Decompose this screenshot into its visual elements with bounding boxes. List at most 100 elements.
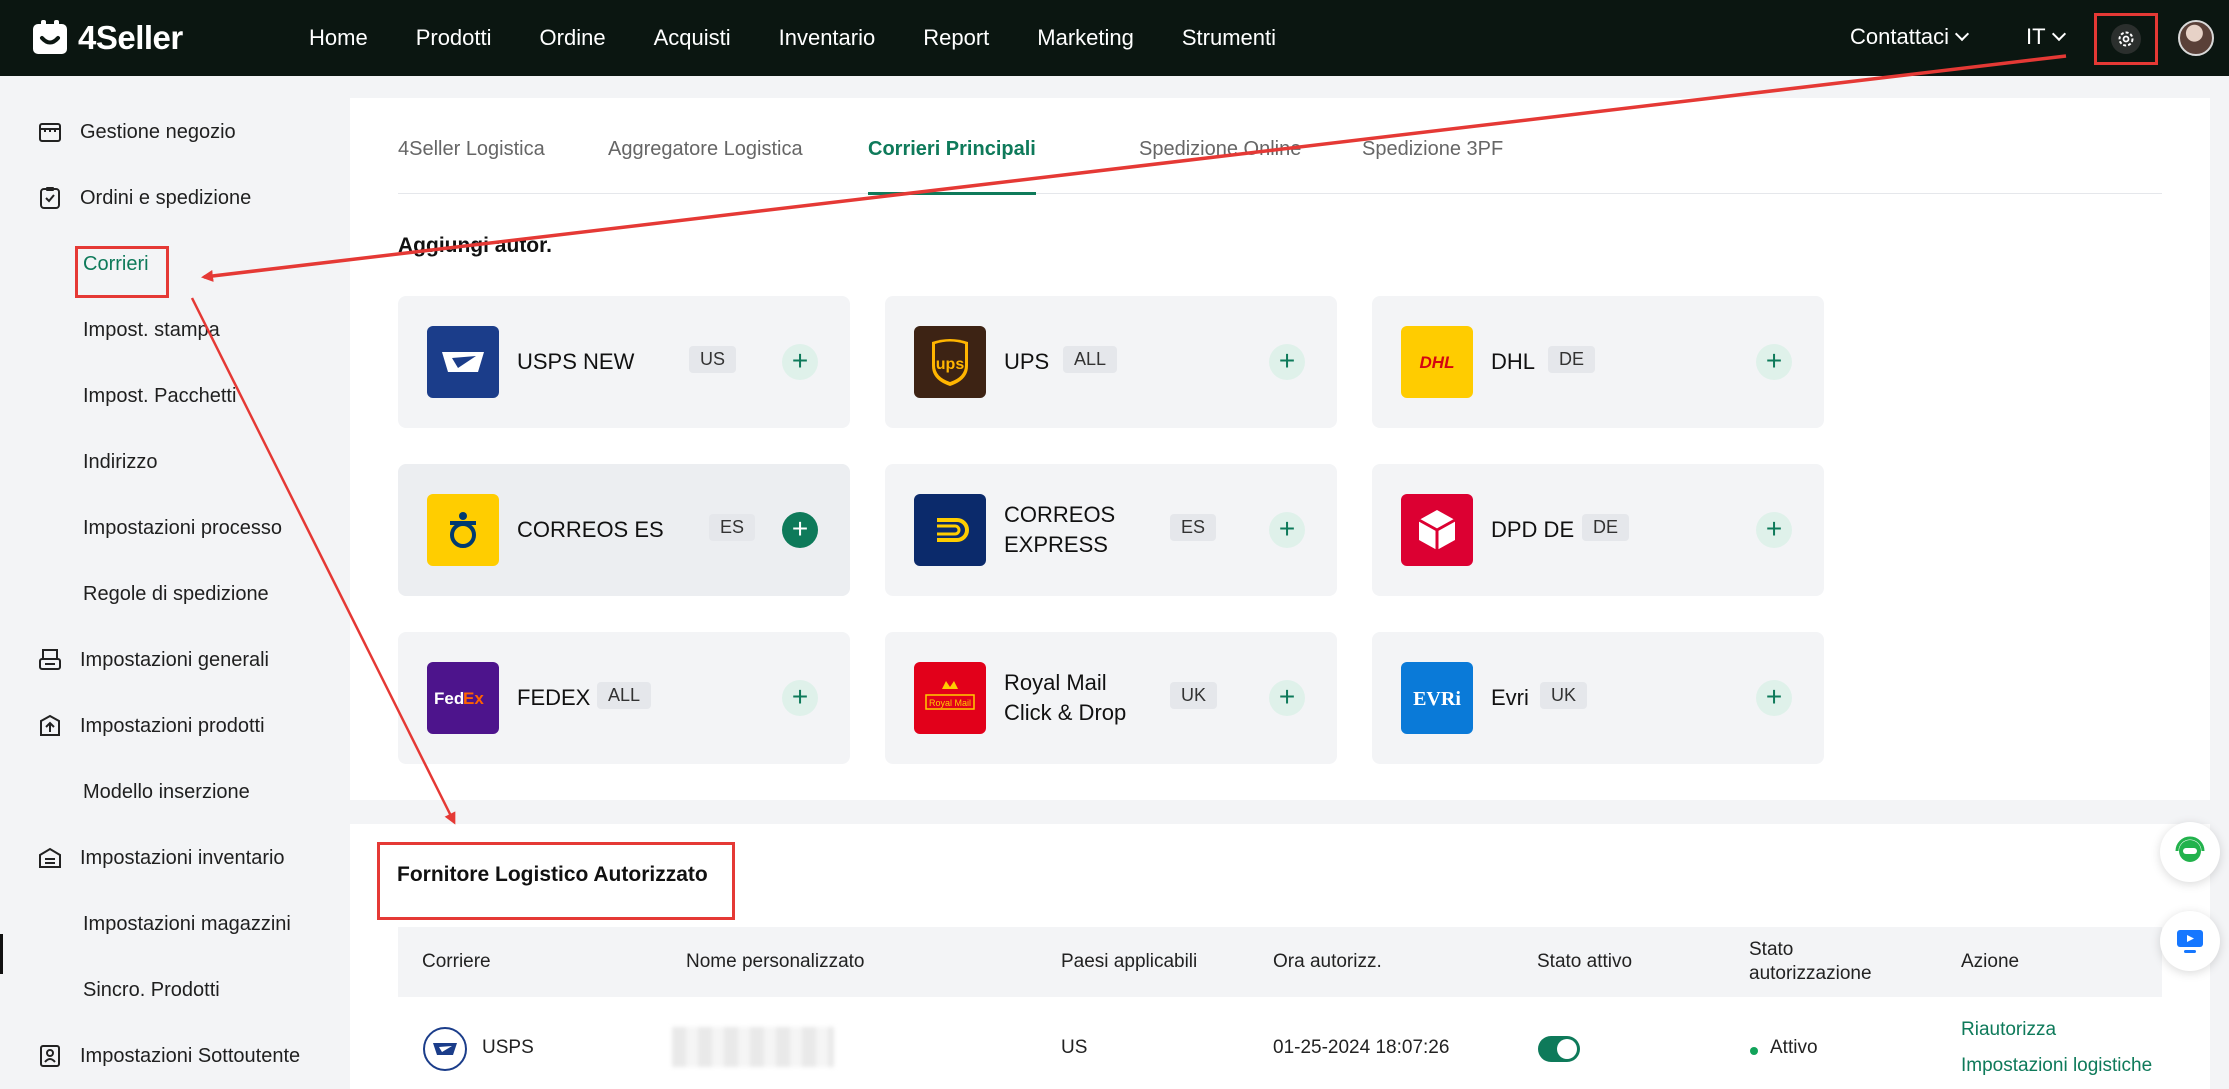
- nav-home[interactable]: Home: [309, 25, 368, 51]
- carrier-card-dhl: DHL DHL DE +: [1372, 296, 1824, 428]
- nav-strumenti[interactable]: Strumenti: [1182, 25, 1276, 51]
- carrier-card-royal-mail: Royal Mail Royal Mail Click & Drop UK +: [885, 632, 1337, 764]
- carrier-region-tag: ALL: [597, 682, 652, 709]
- carrier-name-line2: Click & Drop: [1004, 700, 1127, 725]
- carrier-region-tag: ES: [709, 514, 756, 541]
- clipboard-check-icon: [36, 184, 64, 212]
- svg-text:Fed: Fed: [434, 689, 464, 708]
- chevron-down-icon: [1954, 26, 1970, 42]
- column-header-corriere: Corriere: [422, 951, 491, 972]
- chevron-down-icon: [2051, 26, 2066, 42]
- table-header: Corriere Nome personalizzato Paesi appli…: [398, 927, 2162, 997]
- svg-text:Royal Mail: Royal Mail: [929, 698, 971, 708]
- nav-prodotti[interactable]: Prodotti: [416, 25, 492, 51]
- monitor-icon: [2177, 930, 2203, 953]
- nav-marketing[interactable]: Marketing: [1037, 25, 1134, 51]
- active-toggle[interactable]: [1538, 1036, 1580, 1062]
- carrier-region-tag: DE: [1548, 346, 1596, 373]
- screen-share-button[interactable]: [2160, 911, 2220, 971]
- svg-text:EVRi: EVRi: [1413, 688, 1461, 710]
- usps-eagle-logo: [423, 1027, 467, 1071]
- usps-eagle-logo: [427, 326, 499, 398]
- add-carrier-button[interactable]: +: [1269, 344, 1305, 380]
- tab-bar: 4Seller Logistica Aggregatore Logistica …: [398, 138, 2162, 195]
- carrier-name: USPS NEW: [517, 349, 635, 374]
- carrier-name: UPS: [1004, 349, 1050, 374]
- main-nav: Home Prodotti Ordine Acquisti Inventario…: [285, 0, 1300, 76]
- row-countries: US: [1061, 1037, 1088, 1058]
- sidebar-item-regole-spedizione[interactable]: Regole di spedizione: [0, 574, 269, 614]
- sidebar-item-label: Impostazioni magazzini: [83, 912, 291, 935]
- add-carrier-button[interactable]: +: [1756, 344, 1792, 380]
- tab-spedizione-3pf[interactable]: Spedizione 3PF: [1362, 138, 1503, 194]
- svg-text:DHL: DHL: [1420, 353, 1455, 372]
- add-carrier-button[interactable]: +: [782, 680, 818, 716]
- evri-logo: EVRi: [1401, 662, 1473, 734]
- column-header-ora-autorizz: Ora autorizz.: [1273, 951, 1382, 972]
- tab-4seller-logistica[interactable]: 4Seller Logistica: [398, 138, 545, 194]
- add-carrier-button[interactable]: +: [782, 344, 818, 380]
- nav-acquisti[interactable]: Acquisti: [654, 25, 731, 51]
- settings-button[interactable]: [2094, 13, 2158, 65]
- logistics-settings-link[interactable]: Impostazioni logistiche: [1961, 1055, 2152, 1077]
- sidebar-item-impostazioni-generali[interactable]: Impostazioni generali: [0, 640, 269, 680]
- sidebar-item-impostazioni-inventario[interactable]: Impostazioni inventario: [0, 838, 285, 878]
- column-header-stato-autorizzazione: Stato autorizzazione: [1749, 939, 1872, 984]
- carrier-name: FEDEX: [517, 685, 591, 710]
- sidebar-item-modello-inserzione[interactable]: Modello inserzione: [0, 772, 250, 812]
- sidebar-item-sincro-prodotti[interactable]: Sincro. Prodotti: [0, 970, 220, 1010]
- contact-dropdown[interactable]: Contattaci: [1850, 24, 1970, 50]
- carrier-card-dpd-de: DPD DE DE +: [1372, 464, 1824, 596]
- reauthorize-link[interactable]: Riautorizza: [1961, 1019, 2056, 1041]
- add-carrier-button[interactable]: +: [782, 512, 818, 548]
- nav-inventario[interactable]: Inventario: [779, 25, 876, 51]
- annotation-highlight-corrieri: [75, 246, 169, 298]
- sidebar-item-impostazioni-prodotti[interactable]: Impostazioni prodotti: [0, 706, 265, 746]
- sidebar-item-impostazioni-processo[interactable]: Impostazioni processo: [0, 508, 282, 548]
- column-header-azione: Azione: [1961, 951, 2020, 972]
- sidebar-item-impost-pacchetti[interactable]: Impost. Pacchetti: [0, 376, 236, 416]
- language-dropdown[interactable]: IT: [2026, 24, 2066, 50]
- carrier-name: DPD DE: [1491, 517, 1575, 542]
- contact-label: Contattaci: [1850, 24, 1950, 49]
- carrier-card-ups: ups UPS ALL +: [885, 296, 1337, 428]
- correos-horn-logo: [427, 494, 499, 566]
- dpd-cube-logo: [1401, 494, 1473, 566]
- add-carrier-button[interactable]: +: [1269, 512, 1305, 548]
- sidebar-item-label: Ordini e spedizione: [80, 186, 252, 209]
- sidebar-item-label: Impostazioni Sottoutente: [80, 1044, 301, 1067]
- sidebar-item-impostazioni-magazzini[interactable]: Impostazioni magazzini: [0, 904, 291, 944]
- user-avatar[interactable]: [2178, 20, 2214, 56]
- ups-shield-logo: ups: [914, 326, 986, 398]
- sidebar-item-ordini-spedizione[interactable]: Ordini e spedizione: [0, 178, 251, 218]
- sidebar-item-label: Impost. Pacchetti: [83, 384, 237, 407]
- sidebar-scroll-marker: [0, 934, 3, 974]
- tab-corrieri-principali[interactable]: Corrieri Principali: [868, 138, 1036, 195]
- nav-report[interactable]: Report: [923, 25, 989, 51]
- sidebar-item-gestione-negozio[interactable]: Gestione negozio: [0, 112, 236, 152]
- carrier-card-correos-es: CORREOS ES ES +: [398, 464, 850, 596]
- carrier-card-usps: USPS NEW US +: [398, 296, 850, 428]
- carrier-card-evri: EVRi Evri UK +: [1372, 632, 1824, 764]
- sidebar-item-indirizzo[interactable]: Indirizzo: [0, 442, 157, 482]
- tab-spedizione-online[interactable]: Spedizione Online: [1139, 138, 1301, 194]
- svg-text:ups: ups: [936, 356, 965, 373]
- nav-ordine[interactable]: Ordine: [540, 25, 606, 51]
- language-label: IT: [2026, 24, 2046, 49]
- app-logo[interactable]: 4Seller: [30, 18, 183, 58]
- sidebar-item-label: Indirizzo: [83, 450, 158, 473]
- add-carrier-button[interactable]: +: [1269, 680, 1305, 716]
- sidebar-item-label: Regole di spedizione: [83, 582, 269, 605]
- sidebar-item-impost-stampa[interactable]: Impost. stampa: [0, 310, 220, 350]
- carrier-name-line2: EXPRESS: [1004, 532, 1108, 557]
- add-carrier-button[interactable]: +: [1756, 680, 1792, 716]
- sidebar-item-impostazioni-sottoutente[interactable]: Impostazioni Sottoutente: [0, 1036, 300, 1076]
- carriers-card: 4Seller Logistica Aggregatore Logistica …: [350, 98, 2210, 800]
- tab-aggregatore-logistica[interactable]: Aggregatore Logistica: [608, 138, 803, 194]
- sidebar-item-label: Impostazioni generali: [80, 648, 269, 671]
- box-upload-icon: [36, 712, 64, 740]
- customer-support-button[interactable]: [2160, 822, 2220, 882]
- column-header-paesi: Paesi applicabili: [1061, 951, 1198, 972]
- authorized-providers-card: Fornitore Logistico Autorizzato Corriere…: [350, 824, 2210, 1089]
- add-carrier-button[interactable]: +: [1756, 512, 1792, 548]
